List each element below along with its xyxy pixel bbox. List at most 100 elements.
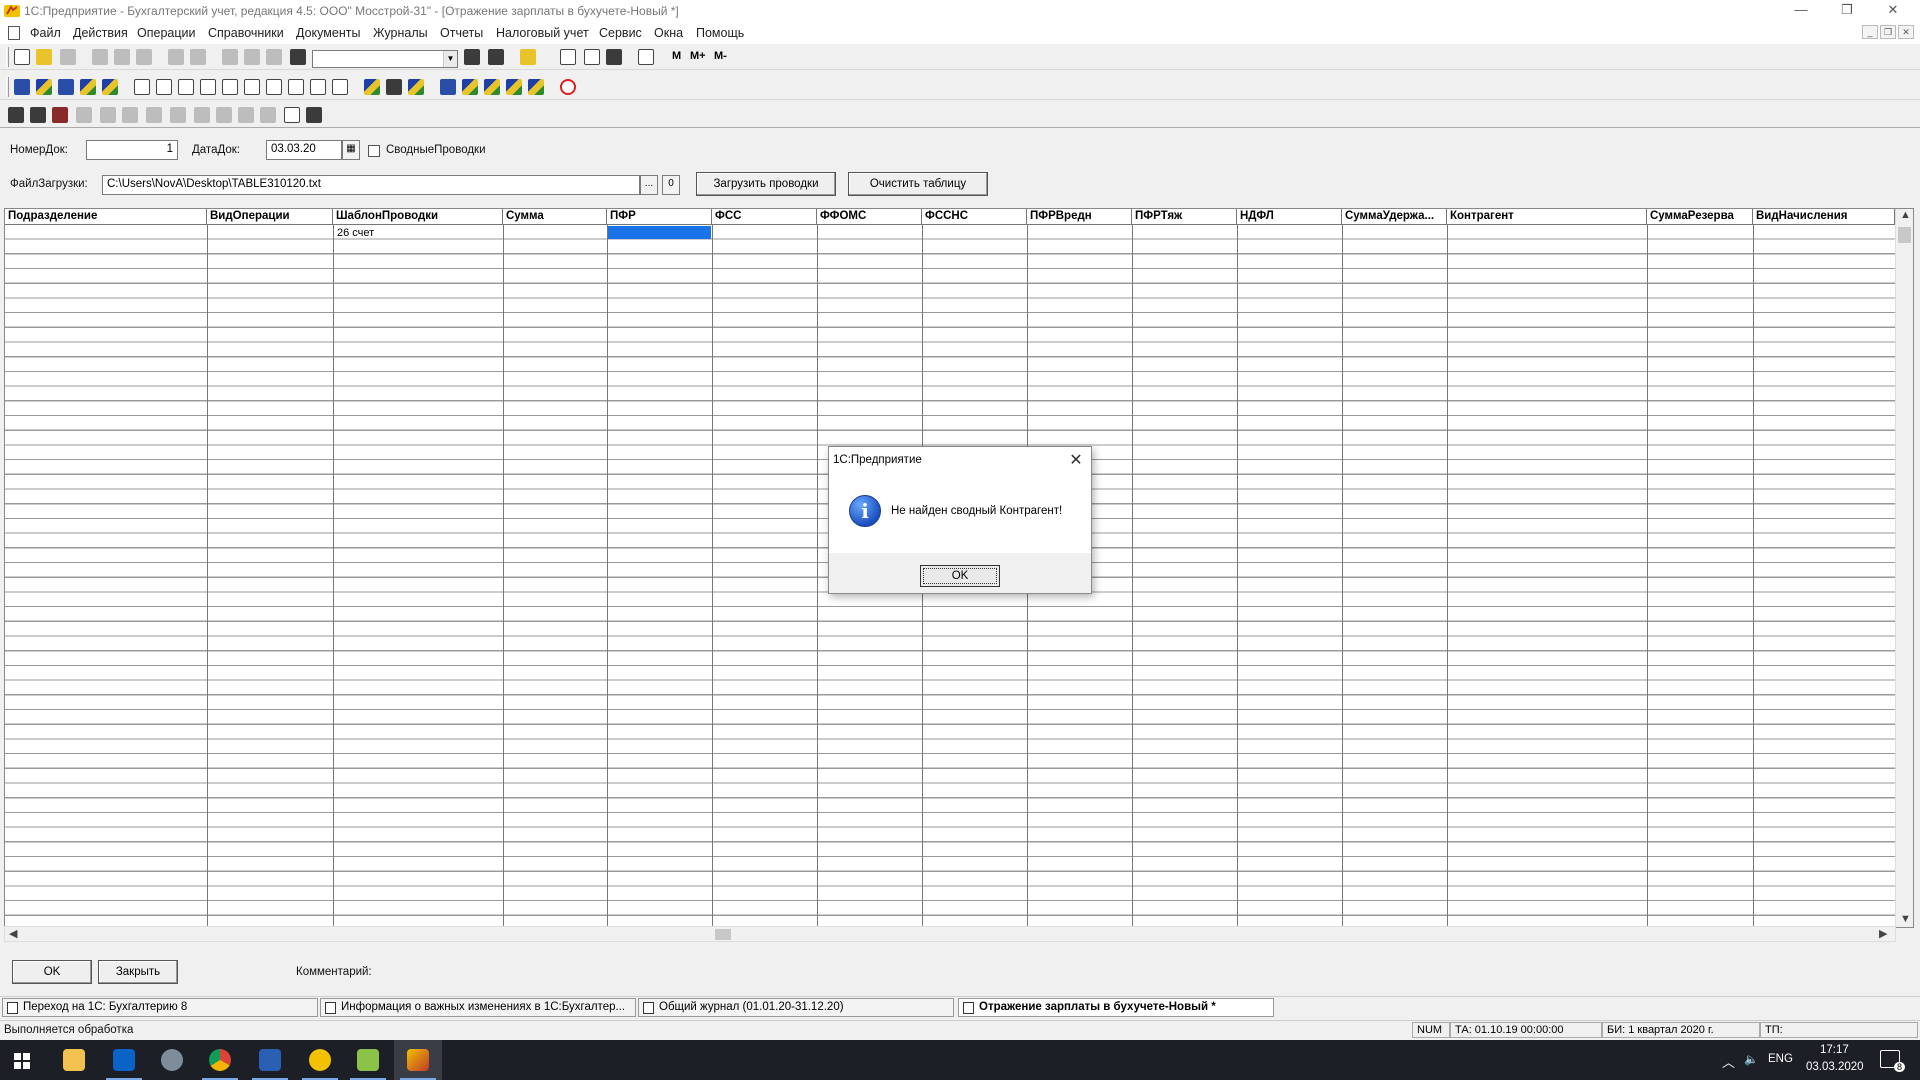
close-button[interactable]: ✕ <box>1870 0 1916 22</box>
tab-important-info[interactable]: Информация о важных изменениях в 1С:Бухг… <box>320 998 636 1017</box>
menu-reports[interactable]: Отчеты <box>440 26 483 40</box>
document-menu-icon[interactable] <box>8 26 20 40</box>
calculator-icon[interactable] <box>560 49 576 65</box>
calendar-picker-icon[interactable]: ▦ <box>342 140 360 160</box>
hierarchy-icon[interactable] <box>170 107 186 123</box>
restore-button[interactable]: ❐ <box>1824 0 1870 22</box>
sort-descending-icon[interactable] <box>260 107 276 123</box>
move-down-icon[interactable] <box>216 107 232 123</box>
search-combobox[interactable]: ▼ <box>312 50 458 68</box>
clear-table-button[interactable]: Очистить таблицу <box>848 172 988 196</box>
print-preview-icon[interactable] <box>190 49 206 65</box>
dialog-ok-button[interactable]: OK <box>920 565 1000 587</box>
close-form-button[interactable]: Закрыть <box>98 960 178 984</box>
chart-of-accounts-icon[interactable] <box>14 79 30 95</box>
redo-icon[interactable] <box>266 49 282 65</box>
menu-file[interactable]: Файл <box>30 26 61 40</box>
tool-app[interactable] <box>148 1040 196 1080</box>
column-header[interactable]: ФФОМС <box>817 209 922 225</box>
select-all-icon[interactable] <box>222 49 238 65</box>
column-header[interactable]: СуммаУдержа... <box>1342 209 1447 225</box>
column-header[interactable]: ШаблонПроводки <box>333 209 503 225</box>
menu-documents[interactable]: Документы <box>296 26 360 40</box>
mdi-restore-button[interactable]: ❐ <box>1880 25 1896 39</box>
column-header[interactable]: НДФЛ <box>1237 209 1342 225</box>
menu-windows[interactable]: Окна <box>654 26 683 40</box>
menu-service[interactable]: Сервис <box>599 26 642 40</box>
tab-salary-posting[interactable]: Отражение зарплаты в бухучете-Новый * <box>958 998 1274 1017</box>
load-file-field[interactable]: C:\Users\NovA\Desktop\TABLE310120.txt <box>102 175 640 195</box>
column-header[interactable]: ВидНачисления <box>1753 209 1895 225</box>
report-icon-3[interactable] <box>178 79 194 95</box>
1c-enterprise-app[interactable] <box>394 1040 442 1080</box>
column-header[interactable]: СуммаРезерва <box>1647 209 1753 225</box>
column-header[interactable]: ПФРТяж <box>1132 209 1237 225</box>
column-header[interactable]: Подразделение <box>5 209 207 225</box>
android-app[interactable] <box>344 1040 392 1080</box>
column-header[interactable]: Сумма <box>503 209 607 225</box>
file-explorer-app[interactable] <box>50 1040 98 1080</box>
mdi-minimize-button[interactable]: _ <box>1862 25 1878 39</box>
service-icon-1[interactable] <box>440 79 456 95</box>
report-icon-10[interactable] <box>332 79 348 95</box>
column-header[interactable]: Контрагент <box>1447 209 1647 225</box>
menu-help[interactable]: Помощь <box>696 26 744 40</box>
reconciliation-icon[interactable] <box>102 79 118 95</box>
report-icon-8[interactable] <box>288 79 304 95</box>
report-icon-2[interactable] <box>156 79 172 95</box>
menu-journals[interactable]: Журналы <box>373 26 428 40</box>
new-document-icon[interactable] <box>14 49 30 65</box>
find-replace-icon[interactable] <box>488 49 504 65</box>
load-entries-button[interactable]: Загрузить проводки <box>696 172 836 196</box>
menu-references[interactable]: Справочники <box>208 26 284 40</box>
help-icon[interactable] <box>520 49 536 65</box>
tools-icon-3[interactable] <box>408 79 424 95</box>
tools-icon-2[interactable] <box>386 79 402 95</box>
selected-cell-pfr[interactable] <box>608 226 711 239</box>
windows-start-icon[interactable] <box>14 1053 30 1069</box>
service-icon-4[interactable] <box>506 79 522 95</box>
vertical-scrollbar[interactable]: ▲ ▼ <box>1895 209 1913 927</box>
group-icon[interactable] <box>100 107 116 123</box>
dialog-close-icon[interactable]: ✕ <box>1065 451 1087 471</box>
stop-icon[interactable] <box>560 79 576 95</box>
edit-row-icon[interactable] <box>30 107 46 123</box>
menu-operations[interactable]: Операции <box>137 26 195 40</box>
calendar-icon[interactable] <box>584 49 600 65</box>
table-cell-template[interactable]: 26 счет <box>337 227 374 239</box>
ok-button[interactable]: OK <box>12 960 92 984</box>
clock-time[interactable]: 17:17 <box>1820 1044 1849 1056</box>
sort-ascending-icon[interactable] <box>238 107 254 123</box>
tray-expand-icon[interactable]: ︿ <box>1722 1052 1735 1071</box>
clock-date[interactable]: 03.03.2020 <box>1806 1061 1864 1073</box>
open-folder-icon[interactable] <box>36 49 52 65</box>
copy-icon[interactable] <box>114 49 130 65</box>
column-header[interactable]: ВидОперации <box>207 209 333 225</box>
find-binoculars-icon[interactable] <box>290 49 306 65</box>
minimize-button[interactable]: — <box>1778 0 1824 22</box>
browse-button[interactable]: ... <box>640 175 658 195</box>
memory-mminus-button[interactable]: M- <box>714 50 727 62</box>
move-icon[interactable] <box>122 107 138 123</box>
horizontal-scroll-thumb[interactable] <box>715 929 731 940</box>
clear-file-button[interactable]: 0 <box>662 175 680 195</box>
scroll-up-icon[interactable]: ▲ <box>1900 209 1911 221</box>
find-next-icon[interactable] <box>464 49 480 65</box>
language-indicator[interactable]: ENG <box>1768 1053 1793 1065</box>
service-icon-5[interactable] <box>528 79 544 95</box>
save-icon[interactable] <box>60 49 76 65</box>
summary-entries-checkbox[interactable] <box>368 145 380 157</box>
text-editor-icon[interactable] <box>638 49 654 65</box>
remote-desktop-app[interactable] <box>246 1040 294 1080</box>
scroll-left-icon[interactable]: ◀ <box>9 927 17 940</box>
scroll-right-icon[interactable]: ▶ <box>1879 927 1887 940</box>
scroll-down-icon[interactable]: ▼ <box>1900 913 1911 925</box>
report-icon-6[interactable] <box>244 79 260 95</box>
copy-row-icon[interactable] <box>76 107 92 123</box>
paste-icon[interactable] <box>136 49 152 65</box>
column-header[interactable]: ФССНС <box>922 209 1027 225</box>
filter-icon[interactable] <box>306 107 322 123</box>
tab-transition[interactable]: Переход на 1С: Бухгалтерию 8 <box>2 998 318 1017</box>
memory-mplus-button[interactable]: M+ <box>690 50 706 62</box>
volume-icon[interactable]: 🔈 <box>1744 1052 1758 1066</box>
